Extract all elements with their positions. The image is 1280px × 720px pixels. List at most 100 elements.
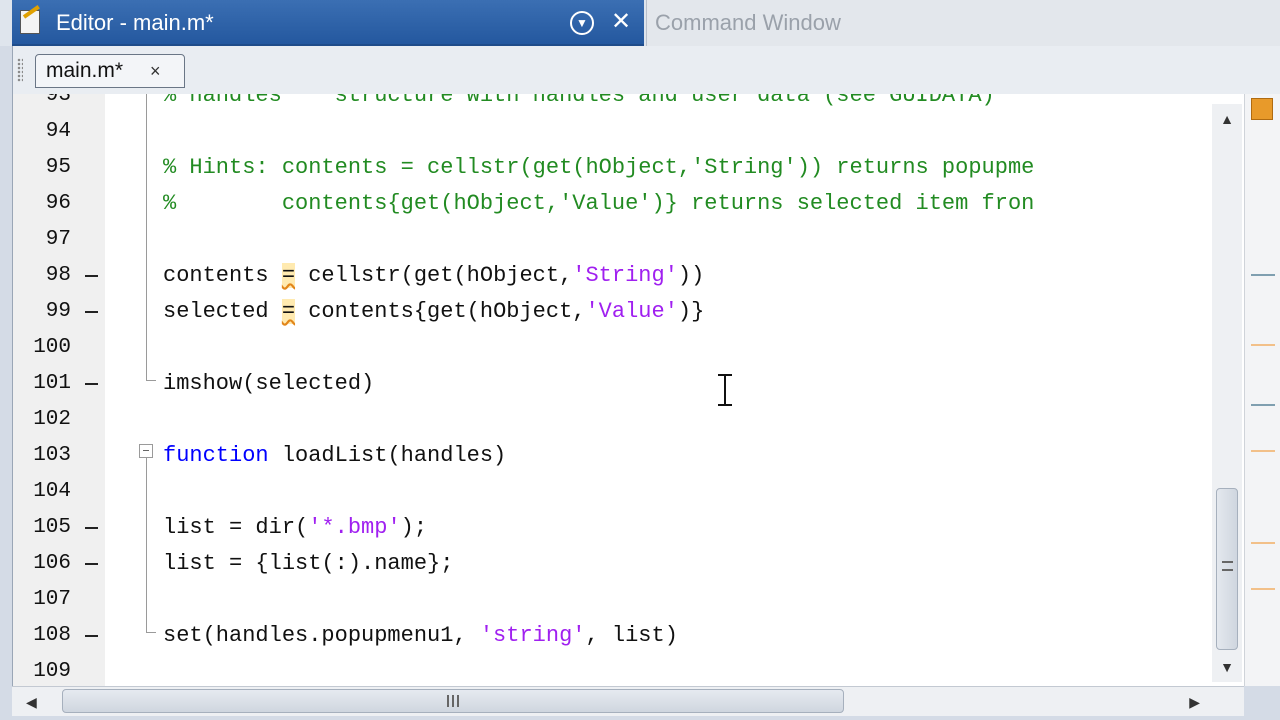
scroll-grip-icon	[1222, 561, 1233, 571]
breakpoint-dash-icon[interactable]	[85, 635, 98, 637]
code-line[interactable]: 107	[13, 582, 1244, 618]
code-text[interactable]: list = {list(:).name};	[163, 546, 453, 582]
code-token: 'string'	[479, 623, 586, 648]
warning-token: =	[281, 299, 296, 324]
line-number: 94	[45, 120, 71, 143]
line-number: 93	[45, 94, 71, 107]
code-token: list = {list(:).name};	[163, 551, 454, 576]
scroll-down-icon[interactable]: ▼	[1212, 652, 1242, 682]
code-token: list = dir(	[163, 515, 309, 540]
warning-marker[interactable]	[1251, 344, 1275, 346]
undock-icon[interactable]: ▼	[570, 11, 594, 35]
marker-line[interactable]	[1251, 404, 1275, 406]
file-tab-close-icon[interactable]: ×	[150, 59, 161, 83]
code-token: % handles structure with handles and use…	[163, 94, 995, 108]
code-line[interactable]: 94	[13, 114, 1244, 150]
code-token: 'String'	[572, 263, 678, 288]
code-editor[interactable]: 93 % handles structure with handles and u…	[12, 94, 1244, 686]
breakpoint-dash-icon[interactable]	[85, 383, 98, 385]
code-line[interactable]: 97	[13, 222, 1244, 258]
line-number: 96	[45, 192, 71, 215]
warning-marker[interactable]	[1251, 450, 1275, 452]
editor-title: Editor - main.m*	[56, 10, 214, 35]
code-line[interactable]: 95 % Hints: contents = cellstr(get(hObjec…	[13, 150, 1244, 186]
breakpoint-dash-icon[interactable]	[85, 527, 98, 529]
title-bar: Editor - main.m* ▼ ✕ Command Window	[0, 0, 1280, 46]
code-token: set(handles.popupmenu1,	[163, 623, 480, 648]
scroll-left-icon[interactable]: ◀	[26, 689, 37, 715]
fold-guide-end	[146, 380, 156, 381]
code-line[interactable]: 101 imshow(selected)	[13, 366, 1244, 402]
command-window-title: Command Window	[655, 10, 841, 35]
scroll-right-icon[interactable]: ▶	[1189, 689, 1200, 715]
code-token: ))	[677, 263, 705, 288]
code-line[interactable]: 100	[13, 330, 1244, 366]
code-text[interactable]: set(handles.popupmenu1, 'string', list)	[163, 618, 678, 654]
code-token: % contents{get(hObject,'Value')} returns…	[163, 191, 1035, 216]
code-line[interactable]: 104	[13, 474, 1244, 510]
fold-guide	[146, 94, 147, 380]
code-text[interactable]: contents = cellstr(get(hObject,'String')…	[163, 258, 704, 294]
line-number: 105	[33, 516, 71, 539]
text-cursor-icon	[716, 374, 734, 406]
code-line[interactable]: 108 set(handles.popupmenu1, 'string', lis…	[13, 618, 1244, 654]
scroll-up-icon[interactable]: ▲	[1212, 104, 1242, 134]
code-token: contents	[163, 263, 282, 288]
code-line[interactable]: 96 % contents{get(hObject,'Value')} retur…	[13, 186, 1244, 222]
line-number: 95	[45, 156, 71, 179]
editor-document-icon	[20, 10, 40, 34]
code-token: function	[163, 443, 269, 468]
code-line[interactable]: 103 function loadList(handles)	[13, 438, 1244, 474]
line-number: 98	[45, 264, 71, 287]
code-token: );	[400, 515, 428, 540]
scroll-grip-icon	[447, 695, 459, 707]
warning-marker[interactable]	[1251, 588, 1275, 590]
vertical-scroll-thumb[interactable]	[1216, 488, 1238, 650]
line-number: 108	[33, 624, 71, 647]
message-marker-bar	[1244, 94, 1280, 686]
code-text[interactable]: % handles structure with handles and use…	[163, 94, 995, 114]
drag-grip-icon[interactable]	[17, 58, 23, 82]
editor-panel-tab[interactable]: Editor - main.m* ▼ ✕	[12, 0, 644, 46]
code-text[interactable]: list = dir('*.bmp');	[163, 510, 427, 546]
line-number: 101	[33, 372, 71, 395]
marker-line[interactable]	[1251, 274, 1275, 276]
code-text[interactable]: % Hints: contents = cellstr(get(hObject,…	[163, 150, 1034, 186]
breakpoint-dash-icon[interactable]	[85, 311, 98, 313]
code-token: cellstr(get(hObject,	[295, 263, 573, 288]
line-number: 103	[33, 444, 71, 467]
line-number: 99	[45, 300, 71, 323]
file-tab-label: main.m*	[46, 59, 124, 82]
line-number: 100	[33, 336, 71, 359]
code-text[interactable]: selected = contents{get(hObject,'Value')…	[163, 294, 704, 330]
warning-marker[interactable]	[1251, 542, 1275, 544]
code-line[interactable]: 105 list = dir('*.bmp');	[13, 510, 1244, 546]
code-text[interactable]: function loadList(handles)	[163, 438, 506, 474]
warning-token: =	[281, 263, 296, 288]
code-text[interactable]: imshow(selected)	[163, 366, 374, 402]
line-number: 106	[33, 552, 71, 575]
code-token: , list)	[585, 623, 678, 648]
code-token: selected	[163, 299, 282, 324]
breakpoint-dash-icon[interactable]	[85, 563, 98, 565]
warning-indicator-icon[interactable]	[1251, 98, 1273, 120]
code-line[interactable]: 99 selected = contents{get(hObject,'Value…	[13, 294, 1244, 330]
code-line[interactable]: 102	[13, 402, 1244, 438]
command-window-tab[interactable]: Command Window	[646, 0, 1280, 46]
line-number: 109	[33, 660, 71, 683]
breakpoint-dash-icon[interactable]	[85, 275, 98, 277]
close-icon[interactable]: ✕	[608, 9, 634, 35]
code-line[interactable]: 106 list = {list(:).name};	[13, 546, 1244, 582]
code-token: % Hints: contents = cellstr(get(hObject,…	[163, 155, 1035, 180]
file-tab-main[interactable]: main.m* ×	[35, 54, 185, 88]
code-line[interactable]: 98 contents = cellstr(get(hObject,'String…	[13, 258, 1244, 294]
fold-guide	[146, 458, 147, 632]
code-line[interactable]: 109	[13, 654, 1244, 686]
horizontal-scroll-thumb[interactable]	[62, 689, 844, 713]
horizontal-scrollbar[interactable]: ◀ ▶	[12, 686, 1244, 716]
vertical-scrollbar[interactable]: ▲ ▼	[1212, 104, 1242, 682]
line-number: 107	[33, 588, 71, 611]
code-text[interactable]: % contents{get(hObject,'Value')} returns…	[163, 186, 1034, 222]
fold-toggle-icon[interactable]	[139, 444, 153, 458]
code-line[interactable]: 93 % handles structure with handles and u…	[13, 94, 1244, 114]
